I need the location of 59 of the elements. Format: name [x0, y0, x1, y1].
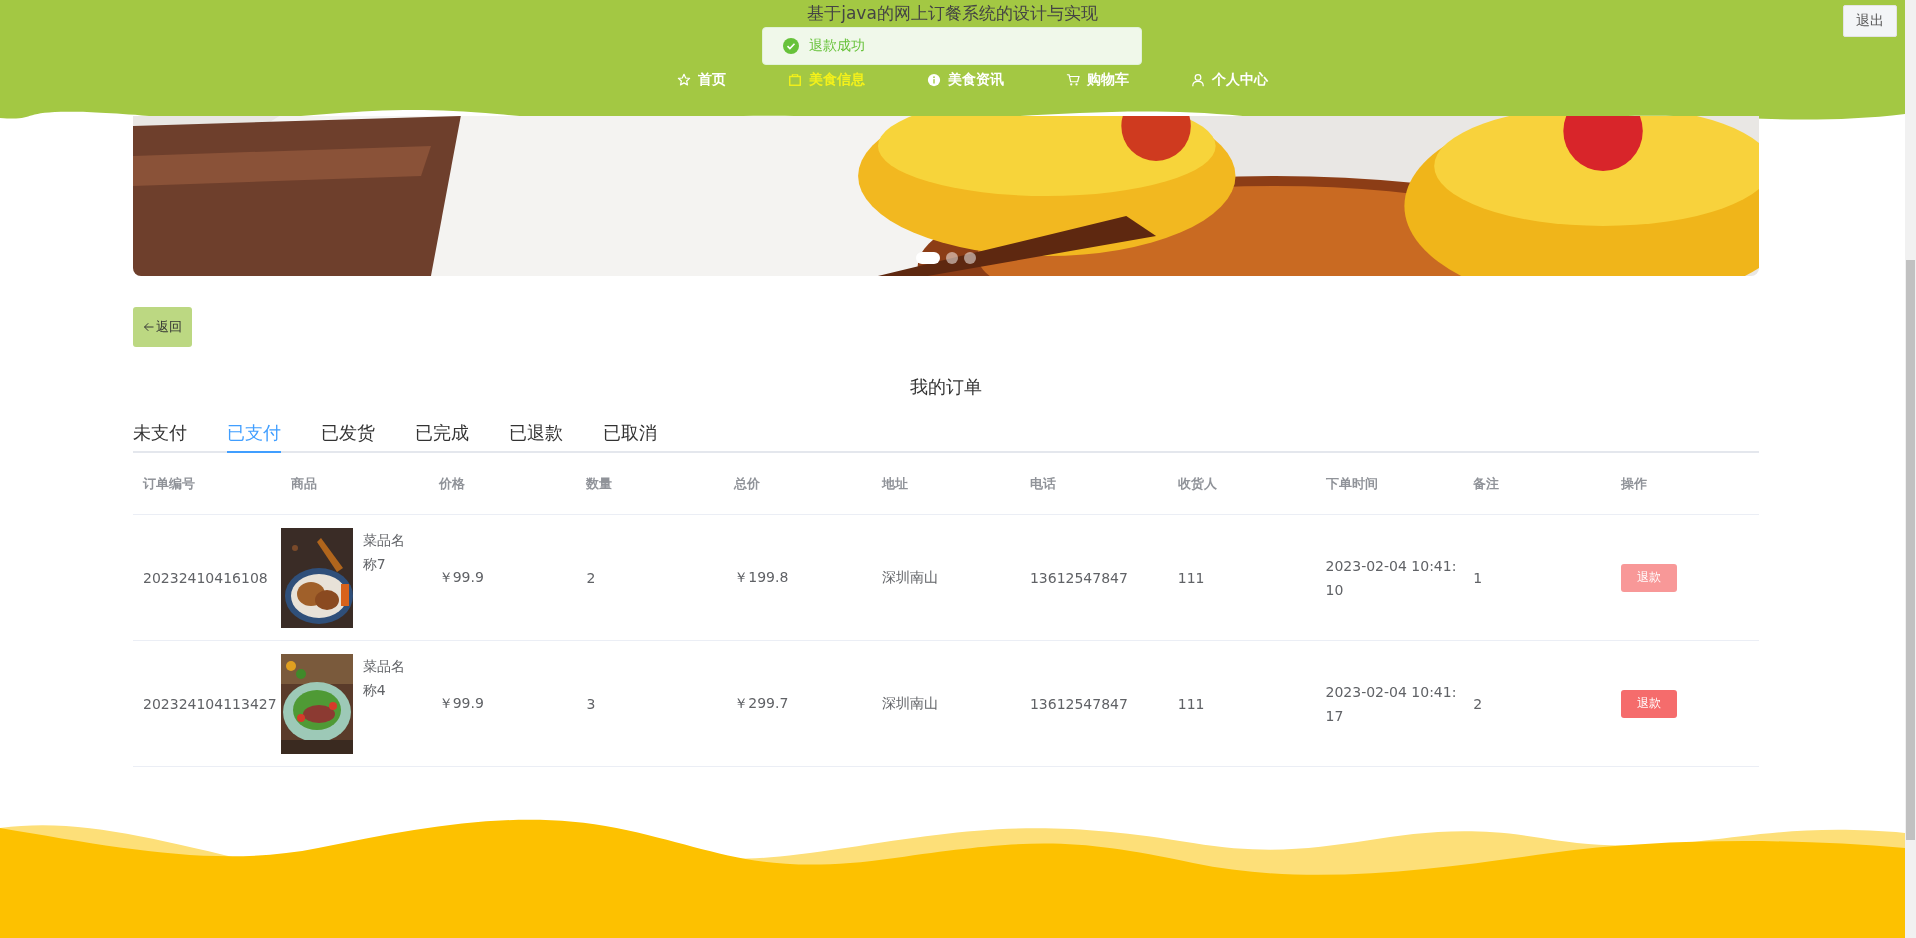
- user-icon: [1191, 73, 1205, 87]
- table-cell-text: 13612547847: [1028, 569, 1129, 586]
- table-cell-text: 3: [585, 695, 597, 712]
- order-tab[interactable]: 已支付: [227, 421, 281, 453]
- toast-message: 退款成功: [809, 37, 865, 55]
- star-icon: [677, 73, 691, 87]
- table-cell-text: 111: [1176, 569, 1206, 586]
- nav-link[interactable]: 个人中心: [1191, 71, 1268, 89]
- column-header: 操作: [1620, 474, 1649, 493]
- order-tab[interactable]: 未支付: [133, 421, 187, 453]
- table-cell-text: 13612547847: [1028, 695, 1129, 712]
- table-cell-text: 2023-02-04 10:41:10: [1325, 556, 1458, 600]
- table-cell-text: ￥299.7: [733, 694, 790, 713]
- nav-link[interactable]: 美食信息: [788, 71, 865, 89]
- table-cell-text: 2: [585, 569, 597, 586]
- check-circle-icon: [783, 38, 799, 54]
- order-tab[interactable]: 已取消: [603, 421, 657, 453]
- table-cell-text: 深圳南山: [881, 568, 940, 587]
- info-icon: [927, 73, 941, 87]
- cart-icon: [1066, 73, 1080, 87]
- nav-link[interactable]: 首页: [677, 71, 726, 89]
- product-name: 菜品名称7: [362, 530, 405, 574]
- table-cell-text: 20232410416108: [142, 569, 269, 586]
- order-tab[interactable]: 已退款: [509, 421, 563, 453]
- scrollbar-thumb[interactable]: [1906, 260, 1915, 840]
- column-header: 总价: [732, 474, 762, 493]
- column-header: 电话: [1028, 474, 1057, 493]
- table-cell-text: 202324104113427: [142, 695, 278, 712]
- logout-button[interactable]: 退出: [1843, 5, 1897, 37]
- column-header: 订单编号: [142, 474, 196, 493]
- carousel-dot[interactable]: [964, 252, 976, 264]
- column-header: 地址: [880, 474, 910, 493]
- column-header: 收货人: [1176, 474, 1218, 493]
- table-cell-text: 2023-02-04 10:41:17: [1325, 682, 1458, 726]
- column-header: 价格: [437, 474, 466, 493]
- order-tab[interactable]: 已完成: [415, 421, 469, 453]
- table-cell-text: 深圳南山: [881, 694, 940, 713]
- scrollbar[interactable]: [1905, 0, 1916, 938]
- page-title: 我的订单: [909, 375, 983, 399]
- order-tab[interactable]: 已发货: [321, 421, 375, 453]
- arrow-left-icon: [143, 321, 155, 333]
- table-cell-text: ￥99.9: [437, 568, 485, 587]
- column-header: 商品: [289, 474, 318, 493]
- table-cell-text: 111: [1176, 695, 1206, 712]
- column-header: 下单时间: [1324, 474, 1379, 493]
- product-name: 菜品名称4: [362, 656, 405, 700]
- nav-link[interactable]: 美食资讯: [927, 71, 1004, 89]
- table-cell-text: 1: [1472, 569, 1484, 586]
- column-header: 备注: [1472, 474, 1501, 493]
- bag-icon: [788, 73, 802, 87]
- table-cell-text: ￥199.8: [733, 568, 790, 587]
- refund-button[interactable]: 退款: [1621, 689, 1678, 718]
- column-header: 数量: [585, 474, 614, 493]
- site-title: 基于java的网上订餐系统的设计与实现: [807, 2, 1098, 25]
- carousel-dot[interactable]: [946, 252, 958, 264]
- nav-link[interactable]: 购物车: [1066, 71, 1129, 89]
- table-cell-text: 2: [1472, 695, 1484, 712]
- back-button[interactable]: 返回: [133, 307, 192, 347]
- table-cell-text: ￥99.9: [437, 694, 485, 713]
